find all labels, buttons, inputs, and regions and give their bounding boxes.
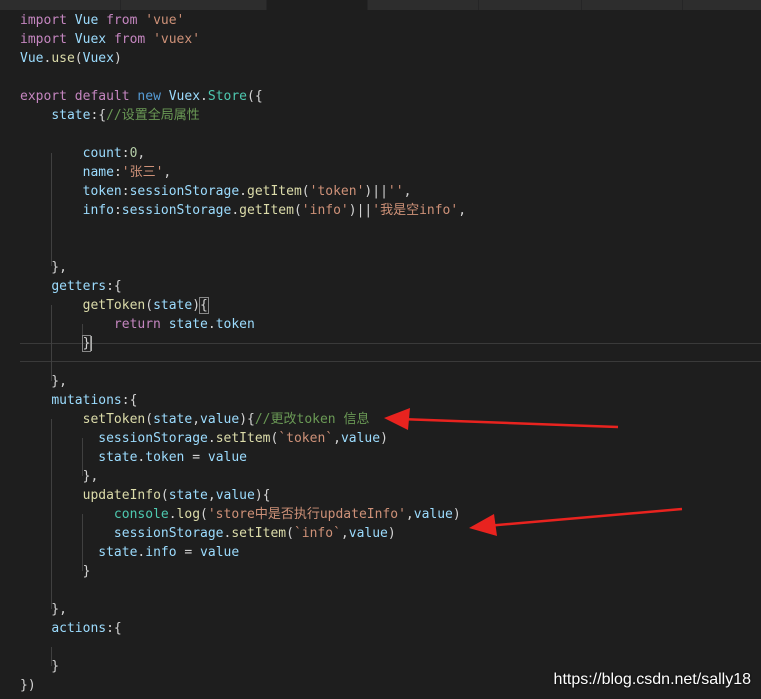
watermark: https://blog.csdn.net/sally18 xyxy=(553,671,751,688)
annotation-arrow xyxy=(384,408,619,430)
annotation-arrow xyxy=(469,507,683,536)
annotation-arrows xyxy=(384,408,683,536)
